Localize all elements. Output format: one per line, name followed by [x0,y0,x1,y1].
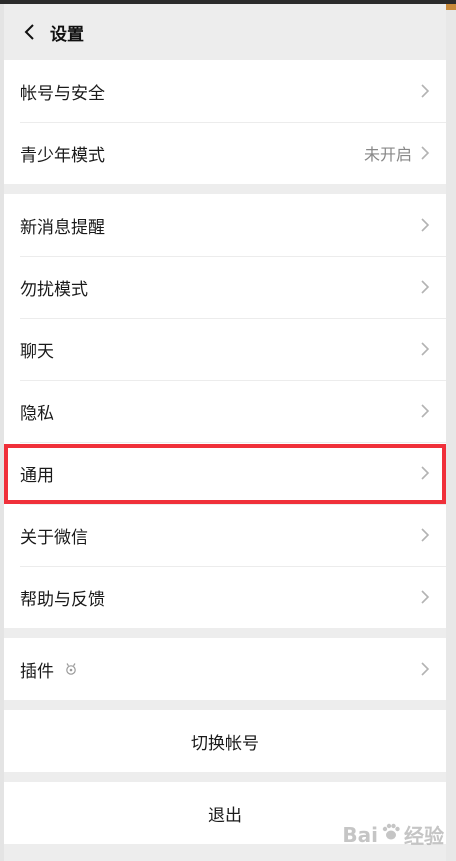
window-right-edge [446,4,456,861]
chevron-right-icon [420,465,430,481]
settings-item-label: 隐私 [20,403,54,424]
back-button[interactable] [10,4,48,60]
chevron-right-icon [420,589,430,605]
teen-mode-status: 未开启 [363,145,412,164]
settings-group-main: 新消息提醒 勿扰模式 聊天 隐私 通用 关于微信 帮助与反馈 [4,194,446,628]
watermark-text-right: 经验 [404,824,444,848]
settings-item-label: 帮助与反馈 [20,589,105,610]
settings-item-privacy[interactable]: 隐私 [4,380,446,442]
settings-item-label: 帐号与安全 [20,83,105,104]
settings-group-account: 帐号与安全 青少年模式 未开启 [4,60,446,184]
chevron-right-icon [420,403,430,419]
settings-item-general[interactable]: 通用 [4,442,446,504]
baidu-watermark: Bai 经验 [342,820,444,849]
settings-screen: 设置 帐号与安全 青少年模式 未开启 新消息提醒 勿扰模式 聊天 隐私 通用 关… [4,4,446,861]
nav-bar: 设置 [4,4,446,60]
settings-item-help-feedback[interactable]: 帮助与反馈 [4,566,446,628]
chevron-right-icon [420,279,430,295]
settings-item-plugins[interactable]: 插件 [4,638,446,700]
settings-item-account-security[interactable]: 帐号与安全 [4,60,446,122]
baidu-paw-icon [380,821,402,848]
chevron-right-icon [420,145,430,161]
settings-item-do-not-disturb[interactable]: 勿扰模式 [4,256,446,318]
settings-item-label: 青少年模式 [20,145,105,166]
settings-item-chat[interactable]: 聊天 [4,318,446,380]
highlight-box [4,444,446,504]
switch-account-button[interactable]: 切换帐号 [4,710,446,772]
settings-item-label: 勿扰模式 [20,279,88,300]
chevron-right-icon [420,341,430,357]
chevron-right-icon [420,83,430,99]
settings-item-label: 聊天 [20,341,54,362]
chevron-left-icon [24,24,34,40]
settings-item-new-message-alerts[interactable]: 新消息提醒 [4,194,446,256]
settings-item-label: 新消息提醒 [20,217,105,238]
chevron-right-icon [420,527,430,543]
watermark-text-left: Bai [342,822,378,847]
settings-item-label: 插件 [20,661,54,682]
settings-item-label: 关于微信 [20,527,88,548]
settings-item-about-wechat[interactable]: 关于微信 [4,504,446,566]
settings-item-teen-mode[interactable]: 青少年模式 未开启 [4,122,446,184]
settings-item-label: 通用 [20,465,54,486]
page-title: 设置 [50,24,84,45]
chevron-right-icon [420,217,430,233]
chevron-right-icon [420,661,430,677]
settings-group-plugins: 插件 [4,638,446,700]
plugin-badge-icon [64,662,78,676]
